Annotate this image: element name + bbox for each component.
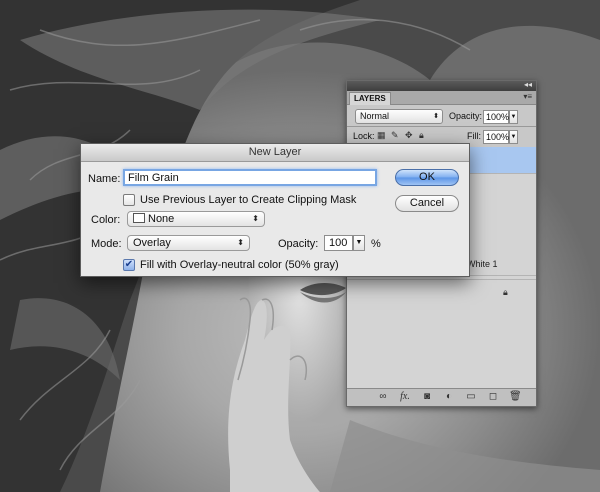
opacity-input[interactable]: 100 bbox=[324, 235, 353, 251]
fill-field[interactable]: 100% bbox=[483, 130, 509, 144]
color-swatch bbox=[133, 213, 145, 223]
adjustment-layer-icon[interactable]: ◐ bbox=[443, 391, 455, 403]
opacity-dropdown-icon[interactable]: ▼ bbox=[353, 235, 365, 251]
lock-transparent-pixels-icon[interactable]: ▦ bbox=[377, 131, 386, 140]
panel-menu-icon[interactable]: ▾≡ bbox=[523, 92, 532, 101]
color-select[interactable]: None ⬍ bbox=[127, 211, 265, 227]
layer-name-partial[interactable]: White 1 bbox=[467, 259, 498, 269]
fill-neutral-checkbox[interactable]: ✔ bbox=[123, 259, 135, 271]
layer-lock-icon: 🔒︎ bbox=[503, 287, 508, 297]
chevron-updown-icon: ⬍ bbox=[433, 113, 439, 120]
panel-opacity-field[interactable]: 100% bbox=[483, 110, 509, 124]
clipping-mask-label[interactable]: Use Previous Layer to Create Clipping Ma… bbox=[140, 192, 356, 208]
lock-all-icon[interactable]: 🔒︎ bbox=[419, 131, 428, 140]
lock-position-icon[interactable]: ✥ bbox=[405, 131, 414, 140]
tab-layers[interactable]: LAYERS bbox=[349, 92, 391, 105]
fx-icon[interactable]: fx. bbox=[397, 391, 413, 403]
new-layer-dialog: New Layer Name: Use Previous Layer to Cr… bbox=[80, 143, 470, 277]
add-mask-icon[interactable]: ◙ bbox=[421, 391, 433, 403]
mode-select[interactable]: Overlay ⬍ bbox=[127, 235, 250, 251]
panel-opacity-label: Opacity: bbox=[449, 111, 483, 121]
blend-mode-select[interactable]: Normal ⬍ bbox=[355, 109, 443, 124]
fill-arrow-icon[interactable]: ▼ bbox=[509, 130, 518, 144]
panel-tab-row: LAYERS ▾≡ bbox=[347, 91, 536, 105]
cancel-button[interactable]: Cancel bbox=[395, 195, 459, 212]
panel-bottom-bar: ∞ fx. ◙ ◐ ▭ ◻ 🗑︎ bbox=[347, 388, 536, 406]
mode-select-value: Overlay bbox=[133, 237, 171, 249]
lock-label: Lock: bbox=[353, 131, 375, 141]
collapse-panel-icon[interactable]: ◂◂ bbox=[524, 80, 532, 89]
new-group-icon[interactable]: ▭ bbox=[465, 391, 477, 403]
chevron-updown-icon: ⬍ bbox=[237, 238, 244, 247]
link-layers-icon[interactable]: ∞ bbox=[375, 391, 391, 403]
blend-mode-value: Normal bbox=[360, 111, 390, 121]
chevron-updown-icon: ⬍ bbox=[252, 214, 259, 223]
new-layer-icon[interactable]: ◻ bbox=[487, 391, 499, 403]
mode-label: Mode: bbox=[91, 238, 122, 250]
ok-button[interactable]: OK bbox=[395, 169, 459, 186]
opacity-unit: % bbox=[371, 238, 381, 250]
delete-layer-icon[interactable]: 🗑︎ bbox=[509, 391, 522, 403]
fill-label: Fill: bbox=[467, 131, 481, 141]
clipping-mask-checkbox[interactable] bbox=[123, 194, 135, 206]
panel-title-bar[interactable]: ◂◂ bbox=[347, 80, 536, 91]
lock-image-pixels-icon[interactable]: ✎ bbox=[391, 131, 400, 140]
layer-divider bbox=[347, 279, 536, 280]
blend-row: Normal ⬍ Opacity: 100% ▼ bbox=[351, 109, 532, 125]
name-label: Name: bbox=[88, 173, 121, 185]
color-label: Color: bbox=[91, 214, 121, 226]
name-input[interactable] bbox=[123, 169, 377, 186]
opacity-label: Opacity: bbox=[278, 238, 319, 250]
panel-divider bbox=[347, 126, 536, 127]
fill-neutral-label[interactable]: Fill with Overlay-neutral color (50% gra… bbox=[140, 257, 339, 273]
panel-opacity-arrow-icon[interactable]: ▼ bbox=[509, 110, 518, 124]
dialog-title[interactable]: New Layer bbox=[81, 144, 469, 162]
color-select-value: None bbox=[148, 213, 175, 225]
